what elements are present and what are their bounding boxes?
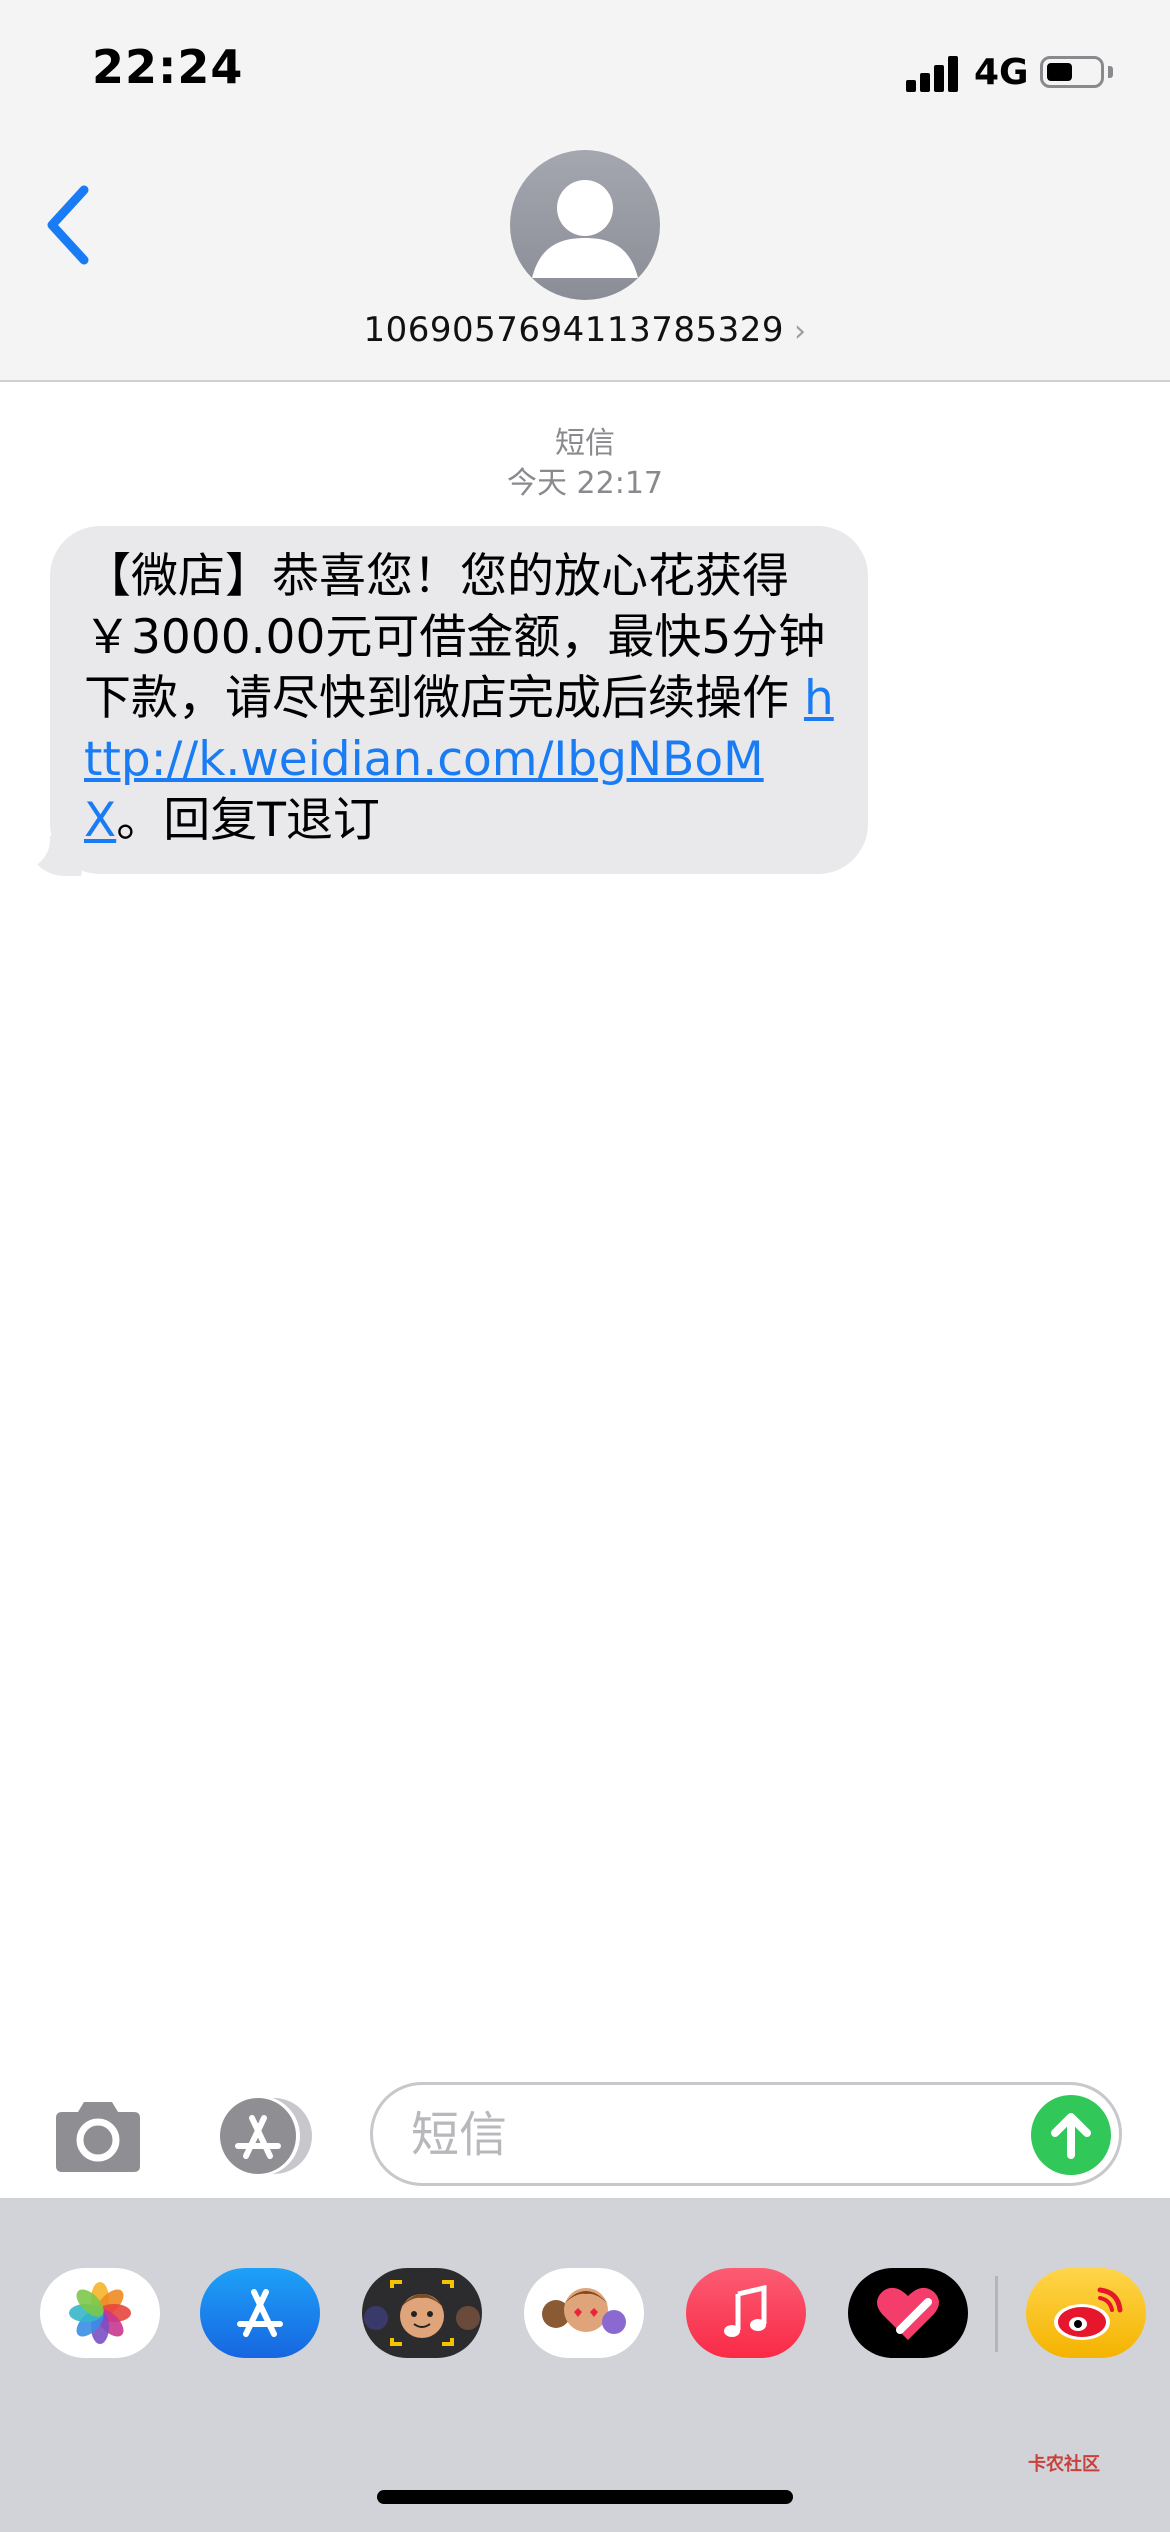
contact-number-button[interactable]: 1069057694113785329 › bbox=[0, 310, 1170, 350]
music-icon bbox=[724, 2284, 767, 2337]
app-store-app-button[interactable] bbox=[200, 2268, 320, 2358]
watermark: 卡农社区 bbox=[1028, 2454, 1100, 2475]
status-time: 22:24 bbox=[92, 40, 244, 94]
memoji-stickers-app-button[interactable] bbox=[524, 2268, 644, 2358]
camera-icon bbox=[56, 2102, 140, 2172]
weibo-icon bbox=[1054, 2287, 1123, 2340]
cellular-signal-icon bbox=[906, 56, 958, 92]
back-button[interactable] bbox=[40, 180, 100, 270]
message-composer[interactable] bbox=[370, 2082, 1122, 2186]
digital-touch-icon bbox=[877, 2287, 939, 2340]
chevron-right-icon: › bbox=[794, 314, 807, 349]
incoming-message-bubble[interactable]: 【微店】恭喜您！您的放心花获得￥3000.00元可借金额，最快5分钟下款，请尽快… bbox=[50, 526, 868, 874]
digital-touch-app-button[interactable] bbox=[848, 2268, 968, 2358]
message-input[interactable] bbox=[409, 2103, 1013, 2167]
weibo-app-button[interactable] bbox=[1026, 2268, 1146, 2358]
chevron-left-icon bbox=[47, 185, 89, 265]
drawer-divider bbox=[995, 2276, 998, 2352]
memoji-camera-icon bbox=[364, 2280, 480, 2346]
contact-avatar[interactable] bbox=[510, 150, 660, 300]
camera-button[interactable] bbox=[50, 2098, 146, 2174]
message-timestamp: 今天 22:17 bbox=[507, 466, 663, 501]
contact-number: 1069057694113785329 bbox=[363, 310, 784, 350]
network-type: 4G bbox=[974, 52, 1029, 93]
apps-button[interactable] bbox=[208, 2094, 318, 2178]
person-silhouette-icon bbox=[532, 180, 638, 278]
message-text-tail: 。回复T退订 bbox=[116, 793, 380, 848]
battery-tip bbox=[1108, 66, 1113, 78]
send-button[interactable] bbox=[1031, 2095, 1111, 2175]
message-text-body: 【微店】恭喜您！您的放心花获得￥3000.00元可借金额，最快5分钟下款，请尽快… bbox=[84, 549, 826, 726]
battery-icon bbox=[1040, 56, 1104, 88]
memoji-camera-app-button[interactable] bbox=[362, 2268, 482, 2358]
home-indicator[interactable] bbox=[377, 2490, 793, 2504]
conversation-header: 22:24 4G 1069057694113785329 › bbox=[0, 0, 1170, 382]
photos-app-button[interactable] bbox=[40, 2268, 160, 2358]
app-store-icon bbox=[237, 2289, 283, 2337]
memoji-stickers-icon bbox=[542, 2288, 626, 2334]
message-text: 【微店】恭喜您！您的放心花获得￥3000.00元可借金额，最快5分钟下款，请尽快… bbox=[84, 546, 834, 851]
app-drawer bbox=[0, 2198, 1170, 2532]
music-app-button[interactable] bbox=[686, 2268, 806, 2358]
message-service-label: 短信 bbox=[555, 426, 615, 461]
photos-icon bbox=[69, 2282, 131, 2344]
battery-level bbox=[1047, 63, 1072, 81]
app-store-icon bbox=[220, 2096, 312, 2176]
arrow-up-icon bbox=[1051, 2113, 1091, 2159]
